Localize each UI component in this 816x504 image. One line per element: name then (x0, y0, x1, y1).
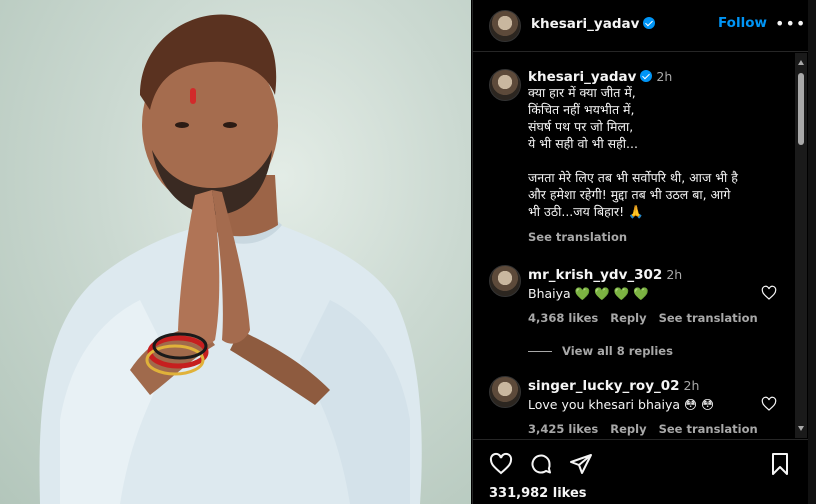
caption-time: 2h (656, 69, 673, 84)
caption-line: भी उठी...जय बिहार! 🙏 (528, 204, 644, 219)
comment-like-heart-icon[interactable] (761, 285, 777, 301)
replies-divider-line (528, 351, 552, 352)
man-namaste-illustration (39, 14, 422, 504)
comment-like-heart-icon[interactable] (761, 396, 777, 412)
post-photo (0, 0, 471, 504)
comment-text: Bhaiya 💚 💚 💚 💚 (528, 286, 649, 301)
caption-line: किंचित नहीं भयभीत में, (528, 102, 635, 117)
comment-username[interactable]: mr_krish_ydv_302 2h (528, 267, 682, 283)
comment-time: 2h (683, 378, 700, 393)
caption-line: जनता मेरे लिए तब भी सर्वोपरि थी, आज भी ह… (528, 170, 738, 185)
post-side-panel: khesari_yadav Follow ••• khesari_yadav 2h… (472, 0, 808, 504)
caption-see-translation[interactable]: See translation (528, 230, 627, 244)
scroll-down-arrow-icon[interactable] (798, 426, 804, 431)
comment-meta: 3,425 likes Reply See translation (528, 422, 770, 436)
verified-badge-icon (643, 17, 656, 29)
comment-meta: 4,368 likes Reply See translation (528, 311, 770, 325)
caption-line: ये भी सही वो भी सही... (528, 136, 638, 151)
comment-time: 2h (666, 267, 683, 282)
post-likes-count[interactable]: 331,982 likes (489, 486, 587, 501)
share-icon[interactable] (569, 452, 593, 476)
comment-reply-button[interactable]: Reply (610, 422, 646, 436)
author-avatar[interactable] (489, 10, 521, 42)
likes-number[interactable]: 331,982 (489, 486, 548, 501)
comments-scrollbar[interactable] (795, 53, 807, 438)
bookmark-icon[interactable] (768, 452, 792, 476)
scrollbar-thumb[interactable] (798, 73, 804, 145)
post-actions-bar: 331,982 likes (473, 439, 808, 504)
caption-line: क्या हार में क्या जीत में, (528, 85, 636, 100)
author-username-text[interactable]: khesari_yadav (531, 16, 639, 32)
verified-badge-icon (640, 70, 653, 82)
follow-button[interactable]: Follow (718, 15, 767, 31)
caption-text: क्या हार में क्या जीत में, किंचित नहीं भ… (528, 84, 778, 220)
comment-icon[interactable] (529, 452, 553, 476)
comment-reply-button[interactable]: Reply (610, 311, 646, 325)
author-username[interactable]: khesari_yadav (531, 16, 656, 32)
page-scrollbar-gutter (808, 0, 816, 504)
caption-line: और हमेशा रहेगी! मुद्दा तब भी उठल बा, आगे (528, 187, 731, 202)
comment-see-translation[interactable]: See translation (659, 422, 758, 436)
heart-icon[interactable] (489, 452, 513, 476)
more-options-icon[interactable]: ••• (775, 14, 806, 33)
caption-username[interactable]: khesari_yadav 2h (528, 69, 672, 85)
comment-username[interactable]: singer_lucky_roy_02 2h (528, 378, 699, 394)
view-replies-button[interactable]: View all 8 replies (528, 344, 673, 358)
caption-author-avatar[interactable] (489, 69, 521, 101)
commenter-avatar[interactable] (489, 265, 521, 297)
comment-username-text[interactable]: singer_lucky_roy_02 (528, 378, 680, 394)
likes-suffix[interactable]: likes (553, 486, 587, 501)
comment-likes[interactable]: 3,425 likes (528, 422, 598, 436)
caption-username-text[interactable]: khesari_yadav (528, 69, 636, 85)
scroll-up-arrow-icon[interactable] (798, 60, 804, 65)
comment-text: Love you khesari bhaiya 😳 😳 (528, 397, 715, 412)
view-replies-text[interactable]: View all 8 replies (562, 344, 673, 358)
comment-see-translation[interactable]: See translation (659, 311, 758, 325)
commenter-avatar[interactable] (489, 376, 521, 408)
comment-likes[interactable]: 4,368 likes (528, 311, 598, 325)
comment-username-text[interactable]: mr_krish_ydv_302 (528, 267, 662, 283)
post-header: khesari_yadav Follow ••• (473, 0, 808, 52)
caption-line: संघर्ष पथ पर जो मिला, (528, 119, 634, 134)
comments-list: khesari_yadav 2h क्या हार में क्या जीत मे… (473, 53, 795, 438)
